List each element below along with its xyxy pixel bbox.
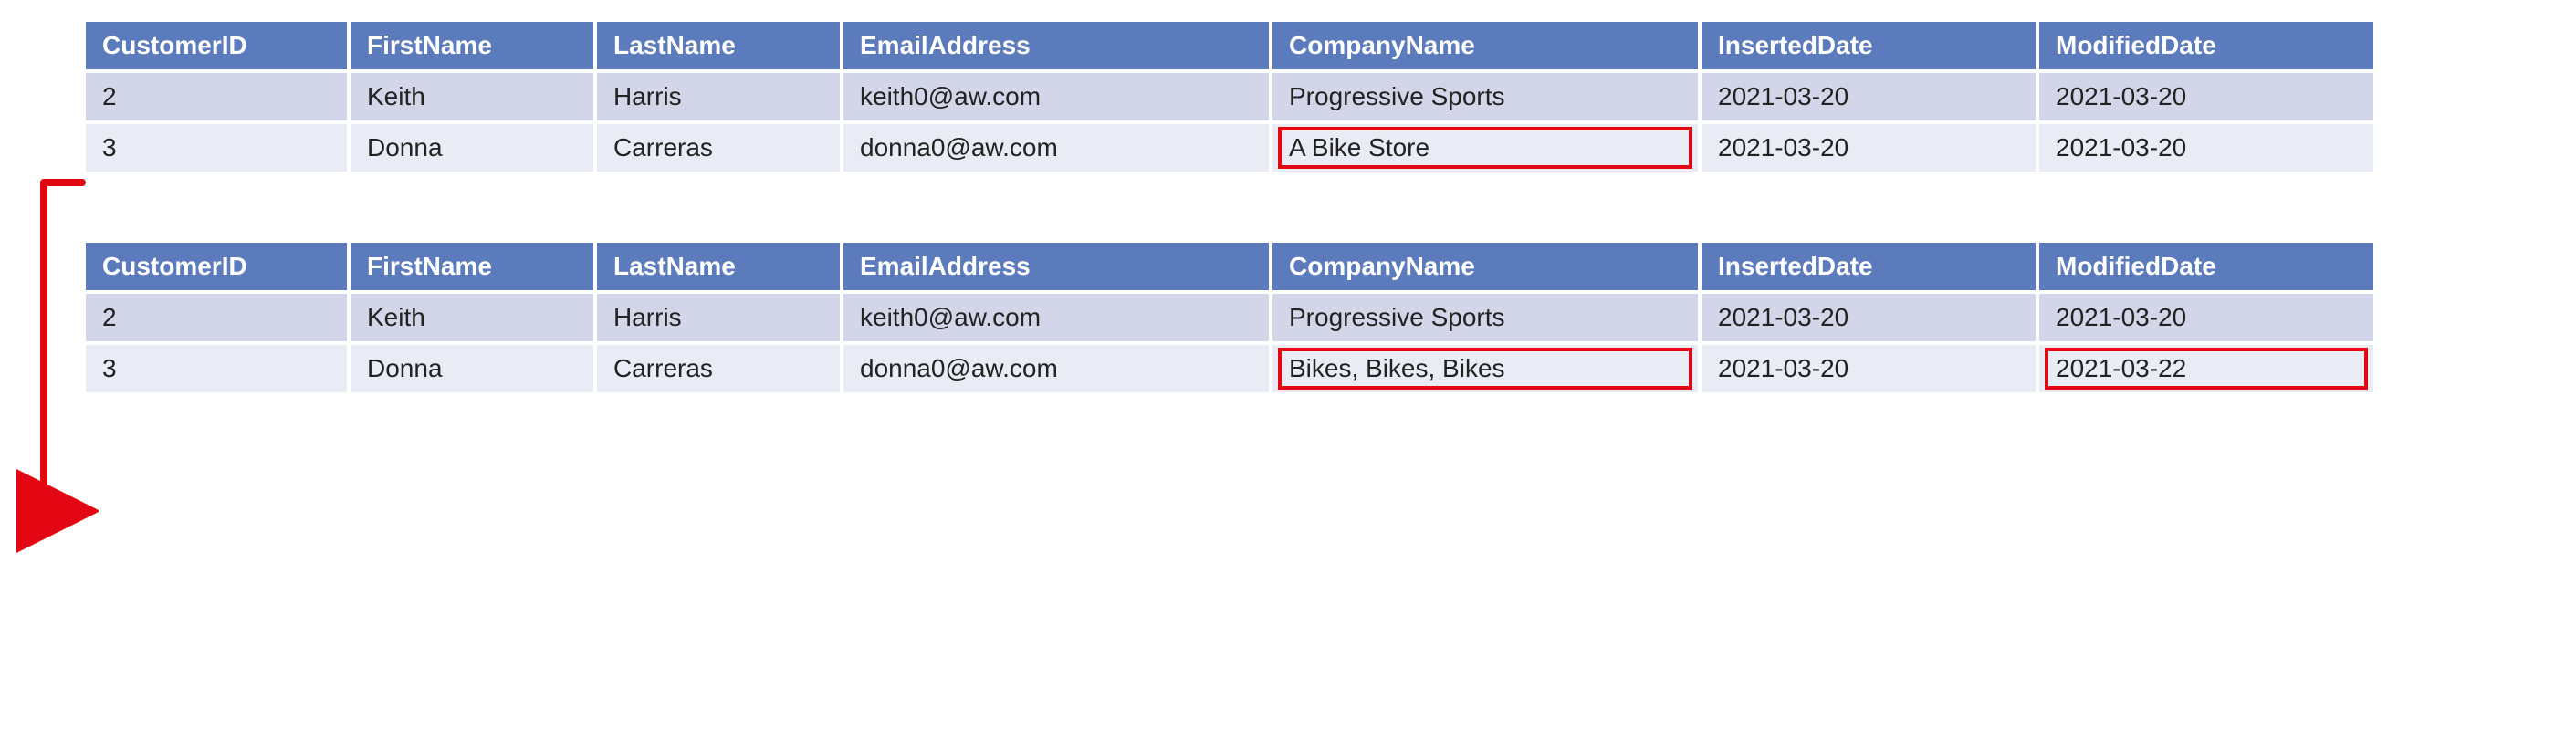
col-emailaddress: EmailAddress bbox=[842, 20, 1271, 71]
col-companyname: CompanyName bbox=[1271, 241, 1700, 292]
cell: Progressive Sports bbox=[1271, 71, 1700, 122]
cell: 2 bbox=[84, 71, 349, 122]
col-modifieddate: ModifiedDate bbox=[2037, 20, 2375, 71]
col-companyname: CompanyName bbox=[1271, 20, 1700, 71]
table-row: 3 Donna Carreras donna0@aw.com Bikes, Bi… bbox=[84, 343, 2375, 394]
col-emailaddress: EmailAddress bbox=[842, 241, 1271, 292]
col-customerid: CustomerID bbox=[84, 241, 349, 292]
cell: 2021-03-20 bbox=[2037, 292, 2375, 343]
cell: Donna bbox=[349, 122, 595, 173]
cell: 2021-03-20 bbox=[1700, 71, 2037, 122]
cell: Donna bbox=[349, 343, 595, 394]
cell: keith0@aw.com bbox=[842, 71, 1271, 122]
customer-table-before: CustomerID FirstName LastName EmailAddre… bbox=[82, 18, 2377, 175]
spacer bbox=[82, 175, 2558, 239]
cell: Harris bbox=[595, 292, 842, 343]
cell: 2021-03-20 bbox=[1700, 343, 2037, 394]
customer-table-after: CustomerID FirstName LastName EmailAddre… bbox=[82, 239, 2377, 396]
col-inserteddate: InsertedDate bbox=[1700, 241, 2037, 292]
cell: 2021-03-20 bbox=[1700, 122, 2037, 173]
col-firstname: FirstName bbox=[349, 20, 595, 71]
header-row: CustomerID FirstName LastName EmailAddre… bbox=[84, 241, 2375, 292]
cell: Carreras bbox=[595, 343, 842, 394]
cell: 2021-03-20 bbox=[1700, 292, 2037, 343]
col-lastname: LastName bbox=[595, 241, 842, 292]
cell-highlighted: A Bike Store bbox=[1271, 122, 1700, 173]
col-inserteddate: InsertedDate bbox=[1700, 20, 2037, 71]
cell-highlighted: Bikes, Bikes, Bikes bbox=[1271, 343, 1700, 394]
cell: Keith bbox=[349, 71, 595, 122]
col-modifieddate: ModifiedDate bbox=[2037, 241, 2375, 292]
cell: Harris bbox=[595, 71, 842, 122]
table-row: 2 Keith Harris keith0@aw.com Progressive… bbox=[84, 292, 2375, 343]
cell: 2 bbox=[84, 292, 349, 343]
col-firstname: FirstName bbox=[349, 241, 595, 292]
header-row: CustomerID FirstName LastName EmailAddre… bbox=[84, 20, 2375, 71]
cell: 3 bbox=[84, 122, 349, 173]
cell: 2021-03-20 bbox=[2037, 122, 2375, 173]
cell: 3 bbox=[84, 343, 349, 394]
cell-highlighted: 2021-03-22 bbox=[2037, 343, 2375, 394]
cell: keith0@aw.com bbox=[842, 292, 1271, 343]
cell: donna0@aw.com bbox=[842, 343, 1271, 394]
cell: donna0@aw.com bbox=[842, 122, 1271, 173]
cell: Progressive Sports bbox=[1271, 292, 1700, 343]
col-lastname: LastName bbox=[595, 20, 842, 71]
table-row: 3 Donna Carreras donna0@aw.com A Bike St… bbox=[84, 122, 2375, 173]
col-customerid: CustomerID bbox=[84, 20, 349, 71]
cell: 2021-03-20 bbox=[2037, 71, 2375, 122]
table-row: 2 Keith Harris keith0@aw.com Progressive… bbox=[84, 71, 2375, 122]
cell: Keith bbox=[349, 292, 595, 343]
cell: Carreras bbox=[595, 122, 842, 173]
